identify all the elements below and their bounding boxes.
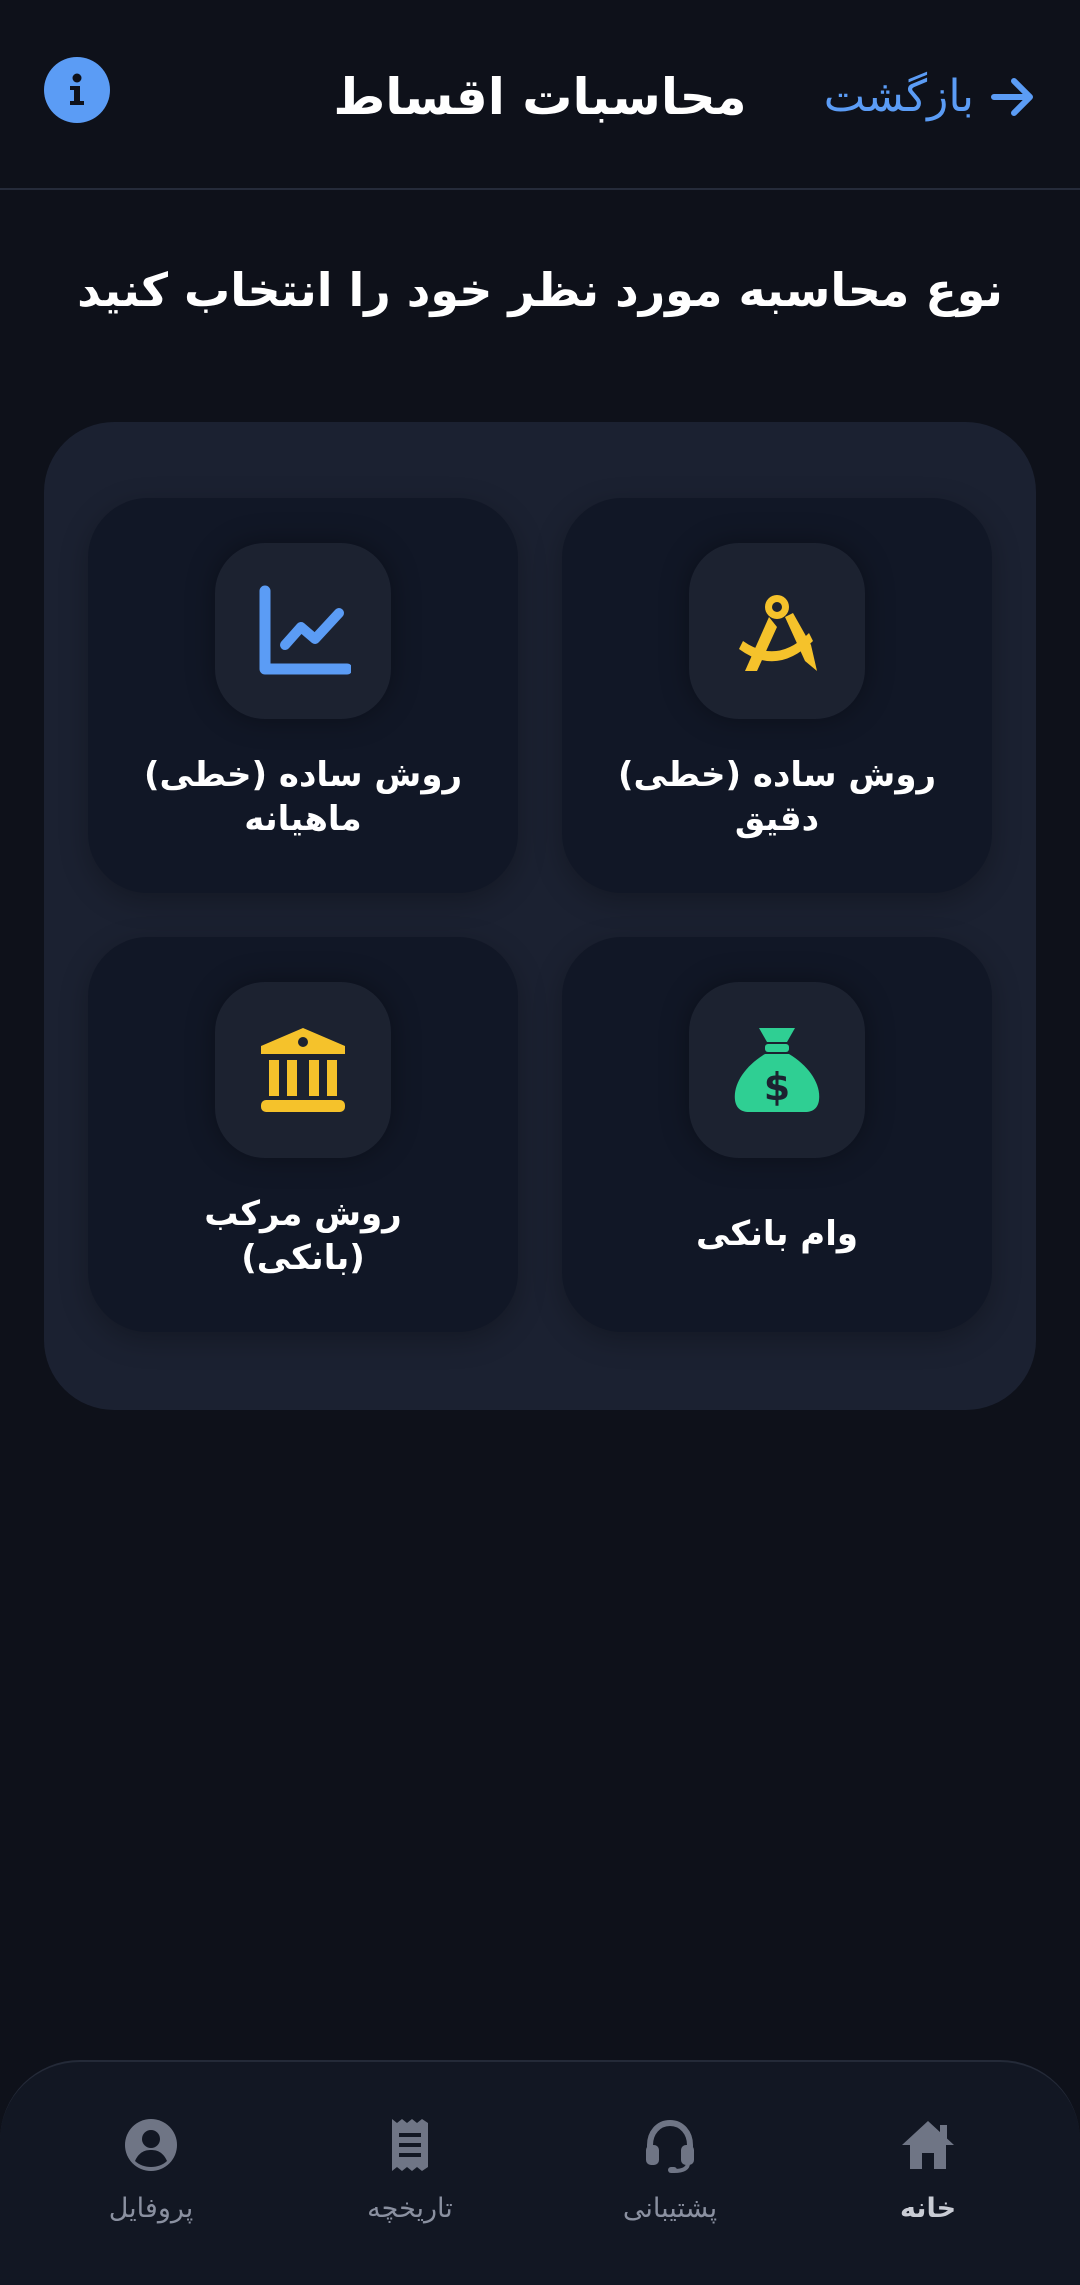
bank-building-icon [261, 1028, 345, 1112]
card-label: روش ساده (خطی) ماهیانه [108, 753, 498, 841]
installment-calculations-screen: بازگشت محاسبات اقساط نوع محاسبه مورد نظر… [0, 0, 1080, 2285]
card-icon-box [689, 543, 865, 719]
nav-label-home: خانه [899, 2193, 957, 2224]
nav-item-support[interactable]: پشتیبانی [570, 2117, 770, 2247]
svg-text:$: $ [764, 1065, 790, 1109]
card-label: روش ساده (خطی) دقیق [582, 753, 972, 841]
card-label-line2: دقیق [734, 799, 820, 839]
card-label: وام بانکی [582, 1212, 972, 1256]
card-icon-box [215, 982, 391, 1158]
nav-label-history: تاریخچه [367, 2193, 453, 2224]
nav-label-support: پشتیبانی [622, 2193, 718, 2224]
card-icon-box [215, 543, 391, 719]
bottom-navigation: خانه پشتیبانی تاریخچه پروفایل [0, 2060, 1080, 2285]
nav-item-profile[interactable]: پروفایل [51, 2117, 251, 2247]
headset-icon [646, 2119, 694, 2173]
nav-label-profile: پروفایل [108, 2193, 194, 2224]
card-label-line2: ماهیانه [244, 799, 362, 839]
card-label-line1: وام بانکی [695, 1214, 858, 1254]
card-compound-bank[interactable]: روش مرکب (بانکی) [88, 937, 518, 1332]
compass-icon [739, 595, 817, 671]
calculation-types-panel: روش ساده (خطی) دقیق روش ساده (خطی) ماهیا… [44, 422, 1036, 1410]
page-title: محاسبات اقساط [333, 68, 747, 126]
card-label-line1: روش ساده (خطی) [143, 755, 463, 795]
line-chart-icon [259, 585, 351, 675]
card-label-line2: (بانکی) [241, 1238, 365, 1278]
receipt-icon [392, 2119, 428, 2171]
home-icon [902, 2121, 954, 2169]
card-icon-box: $ [689, 982, 865, 1158]
info-button[interactable] [44, 57, 110, 123]
header: بازگشت محاسبات اقساط [0, 0, 1080, 190]
info-icon [70, 73, 84, 105]
card-label-line1: روش مرکب [204, 1194, 402, 1234]
user-circle-icon [125, 2119, 177, 2171]
card-simple-exact[interactable]: روش ساده (خطی) دقیق [562, 498, 992, 893]
nav-item-home[interactable]: خانه [828, 2117, 1028, 2247]
card-simple-monthly[interactable]: روش ساده (خطی) ماهیانه [88, 498, 518, 893]
money-bag-icon: $ [734, 1028, 820, 1112]
section-subtitle: نوع محاسبه مورد نظر خود را انتخاب کنید [77, 263, 1003, 317]
card-label: روش مرکب (بانکی) [108, 1192, 498, 1280]
nav-item-history[interactable]: تاریخچه [310, 2117, 510, 2247]
card-label-line1: روش ساده (خطی) [617, 755, 937, 795]
card-bank-loan[interactable]: $ وام بانکی [562, 937, 992, 1332]
